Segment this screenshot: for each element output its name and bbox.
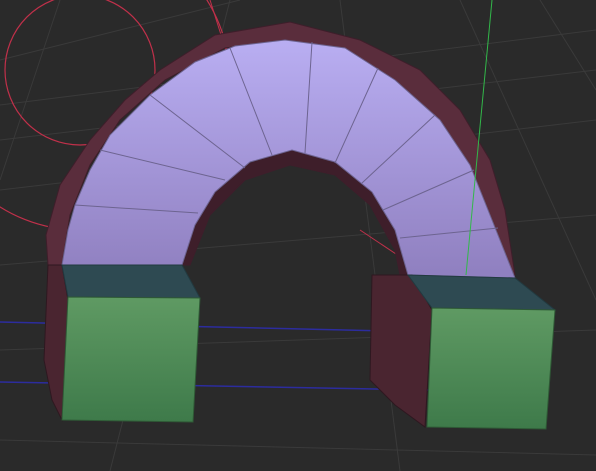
grid-line <box>539 0 596 91</box>
right-block-top-face <box>406 274 557 311</box>
right-block-front-face[interactable] <box>426 307 556 430</box>
right-pillar-block[interactable] <box>369 274 557 430</box>
grid-line <box>0 439 596 456</box>
3d-viewport[interactable] <box>0 0 596 471</box>
left-block-top-face <box>61 264 201 299</box>
left-block-front-face[interactable] <box>61 296 201 423</box>
left-pillar-block[interactable] <box>43 264 201 423</box>
grid-line <box>0 0 61 181</box>
arch[interactable] <box>45 21 516 301</box>
right-block-side-face <box>369 274 433 428</box>
viewport-canvas[interactable] <box>0 0 596 471</box>
